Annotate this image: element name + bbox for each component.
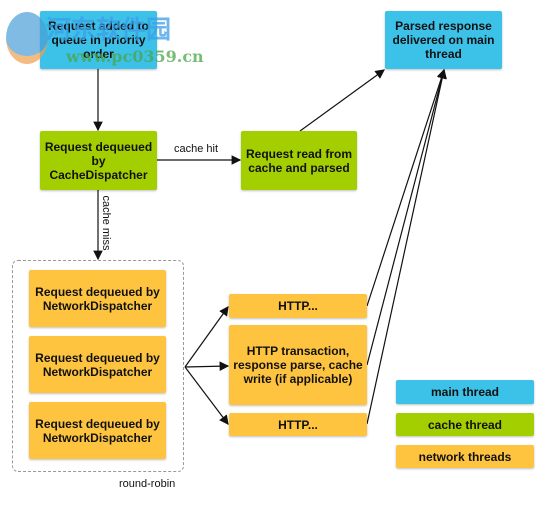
node-network-dispatcher-3: Request dequeued by NetworkDispatcher xyxy=(29,402,166,459)
node-cache-read: Request read from cache and parsed xyxy=(241,131,357,190)
arrow-fan-http1 xyxy=(184,306,229,368)
arrow-cache-to-main xyxy=(299,69,385,132)
node-cache-dequeue: Request dequeued by CacheDispatcher xyxy=(40,131,157,190)
legend-main-thread: main thread xyxy=(396,380,534,404)
node-delivered: Parsed response delivered on main thread xyxy=(385,11,502,69)
legend-network-threads: network threads xyxy=(396,445,534,468)
node-http-1: HTTP... xyxy=(229,294,367,318)
node-network-dispatcher-2: Request dequeued by NetworkDispatcher xyxy=(29,336,166,393)
watermark-url: www.pc0359.cn xyxy=(66,47,204,66)
label-round-robin: round-robin xyxy=(119,478,176,490)
arrow-fan-http2 xyxy=(184,361,230,371)
node-network-dispatcher-1: Request dequeued by NetworkDispatcher xyxy=(29,270,166,327)
label-cache-hit: cache hit xyxy=(174,143,219,155)
arrow-http1-to-main xyxy=(366,68,446,307)
watermark-logo-icon xyxy=(6,12,48,64)
legend-cache-thread: cache thread xyxy=(396,413,534,436)
node-http-3: HTTP... xyxy=(229,413,367,436)
arrow-http2-to-main xyxy=(366,68,447,366)
arrow-fan-http3 xyxy=(184,366,229,425)
node-http-2: HTTP transaction, response parse, cache … xyxy=(229,325,367,405)
watermark-title: 河东软件园 xyxy=(46,15,172,44)
label-cache-miss: cache miss xyxy=(100,195,112,251)
arrow-http3-to-main xyxy=(366,68,447,425)
diagram: Request added to queue in priority order… xyxy=(0,0,546,505)
